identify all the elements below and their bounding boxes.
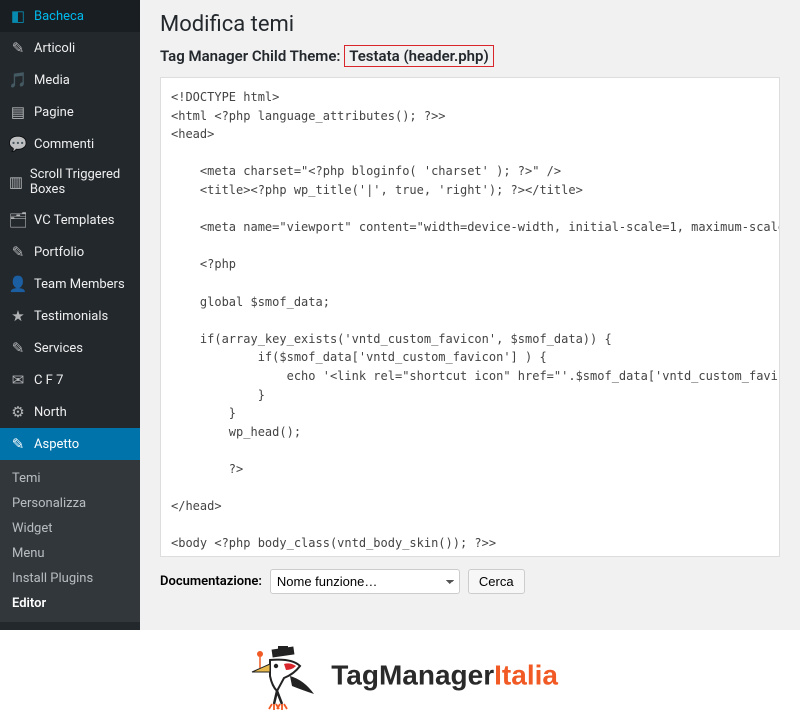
sidebar-sub-editor[interactable]: Editor	[0, 591, 140, 616]
sidebar-item-label: Pagine	[34, 105, 74, 120]
menu-icon: 👤	[8, 275, 28, 293]
menu-icon: ✉	[8, 371, 28, 389]
sidebar-item-pagine[interactable]: ▤ Pagine	[0, 96, 140, 128]
menu-icon: 🗂	[8, 211, 28, 229]
sidebar-item-north[interactable]: ⚙ North	[0, 396, 140, 428]
sidebar-item-label: Articoli	[34, 41, 75, 56]
theme-name: Tag Manager Child Theme:	[160, 47, 344, 65]
sidebar-item-testimonials[interactable]: ★ Testimonials	[0, 300, 140, 332]
main-content: Modifica temi Tag Manager Child Theme: T…	[140, 0, 800, 630]
sidebar-item-label: Media	[34, 73, 70, 88]
sidebar-item-c-f-7[interactable]: ✉ C F 7	[0, 364, 140, 396]
sidebar-item-commenti[interactable]: 💬 Commenti	[0, 128, 140, 160]
menu-icon: ◧	[8, 7, 28, 25]
admin-sidebar: ◧ Bacheca ✎ Articoli 🎵 Media ▤ Pagine 💬 Commenti ▥…	[0, 0, 140, 630]
sidebar-item-label: Bacheca	[34, 9, 84, 24]
documentation-label: Documentazione:	[160, 574, 262, 589]
sidebar-item-label: C F 7	[34, 373, 63, 388]
menu-icon: 🎵	[8, 71, 28, 89]
sidebar-item-label: Commenti	[34, 137, 94, 152]
sidebar-item-label: North	[34, 405, 67, 420]
sidebar-item-articoli[interactable]: ✎ Articoli	[0, 32, 140, 64]
branding-footer: TagManagerItalia	[0, 630, 800, 724]
brush-icon: ✎	[8, 435, 28, 453]
search-button[interactable]: Cerca	[468, 569, 525, 594]
brand-text-2: Italia	[494, 659, 558, 690]
menu-icon: ▥	[8, 173, 24, 191]
menu-icon: ✎	[8, 39, 28, 57]
code-editor[interactable]: <!DOCTYPE html> <html <?php language_att…	[160, 77, 780, 557]
sidebar-sub-menu[interactable]: Menu	[0, 541, 140, 566]
sidebar-item-scroll-triggered-boxes[interactable]: ▥ Scroll Triggered Boxes	[0, 160, 140, 204]
sidebar-sub-install-plugins[interactable]: Install Plugins	[0, 566, 140, 591]
documentation-row: Documentazione: Nome funzione… Cerca	[160, 569, 780, 594]
sidebar-sub-widget[interactable]: Widget	[0, 516, 140, 541]
woodpecker-logo-icon	[242, 646, 332, 716]
menu-icon: ★	[8, 307, 28, 325]
sidebar-item-portfolio[interactable]: ✎ Portfolio	[0, 236, 140, 268]
sidebar-sub-temi[interactable]: Temi	[0, 466, 140, 491]
sidebar-item-vc-templates[interactable]: 🗂 VC Templates	[0, 204, 140, 236]
menu-icon: ✎	[8, 243, 28, 261]
brand-text-1: TagManager	[331, 659, 494, 690]
sidebar-item-media[interactable]: 🎵 Media	[0, 64, 140, 96]
file-name-highlight: Testata (header.php)	[344, 45, 494, 67]
menu-icon: ⚙	[8, 403, 28, 421]
sidebar-item-label: Scroll Triggered Boxes	[30, 167, 132, 197]
page-title: Modifica temi	[160, 12, 780, 37]
sidebar-sub-personalizza[interactable]: Personalizza	[0, 491, 140, 516]
sidebar-item-team-members[interactable]: 👤 Team Members	[0, 268, 140, 300]
function-select[interactable]: Nome funzione…	[270, 569, 460, 594]
sidebar-item-label: VC Templates	[34, 213, 114, 228]
sidebar-submenu: TemiPersonalizzaWidgetMenuInstall Plugin…	[0, 460, 140, 622]
sidebar-item-bacheca[interactable]: ◧ Bacheca	[0, 0, 140, 32]
sidebar-item-services[interactable]: ✎ Services	[0, 332, 140, 364]
menu-icon: 💬	[8, 135, 28, 153]
sidebar-item-label: Testimonials	[34, 309, 108, 324]
sidebar-item-label: Portfolio	[34, 245, 84, 260]
sidebar-item-label: Services	[34, 341, 83, 356]
sidebar-item-label: Team Members	[34, 277, 125, 292]
sidebar-item-label: Aspetto	[34, 437, 79, 452]
file-subtitle: Tag Manager Child Theme: Testata (header…	[160, 45, 780, 67]
sidebar-item-aspetto[interactable]: ✎ Aspetto	[0, 428, 140, 460]
menu-icon: ✎	[8, 339, 28, 357]
menu-icon: ▤	[8, 103, 28, 121]
